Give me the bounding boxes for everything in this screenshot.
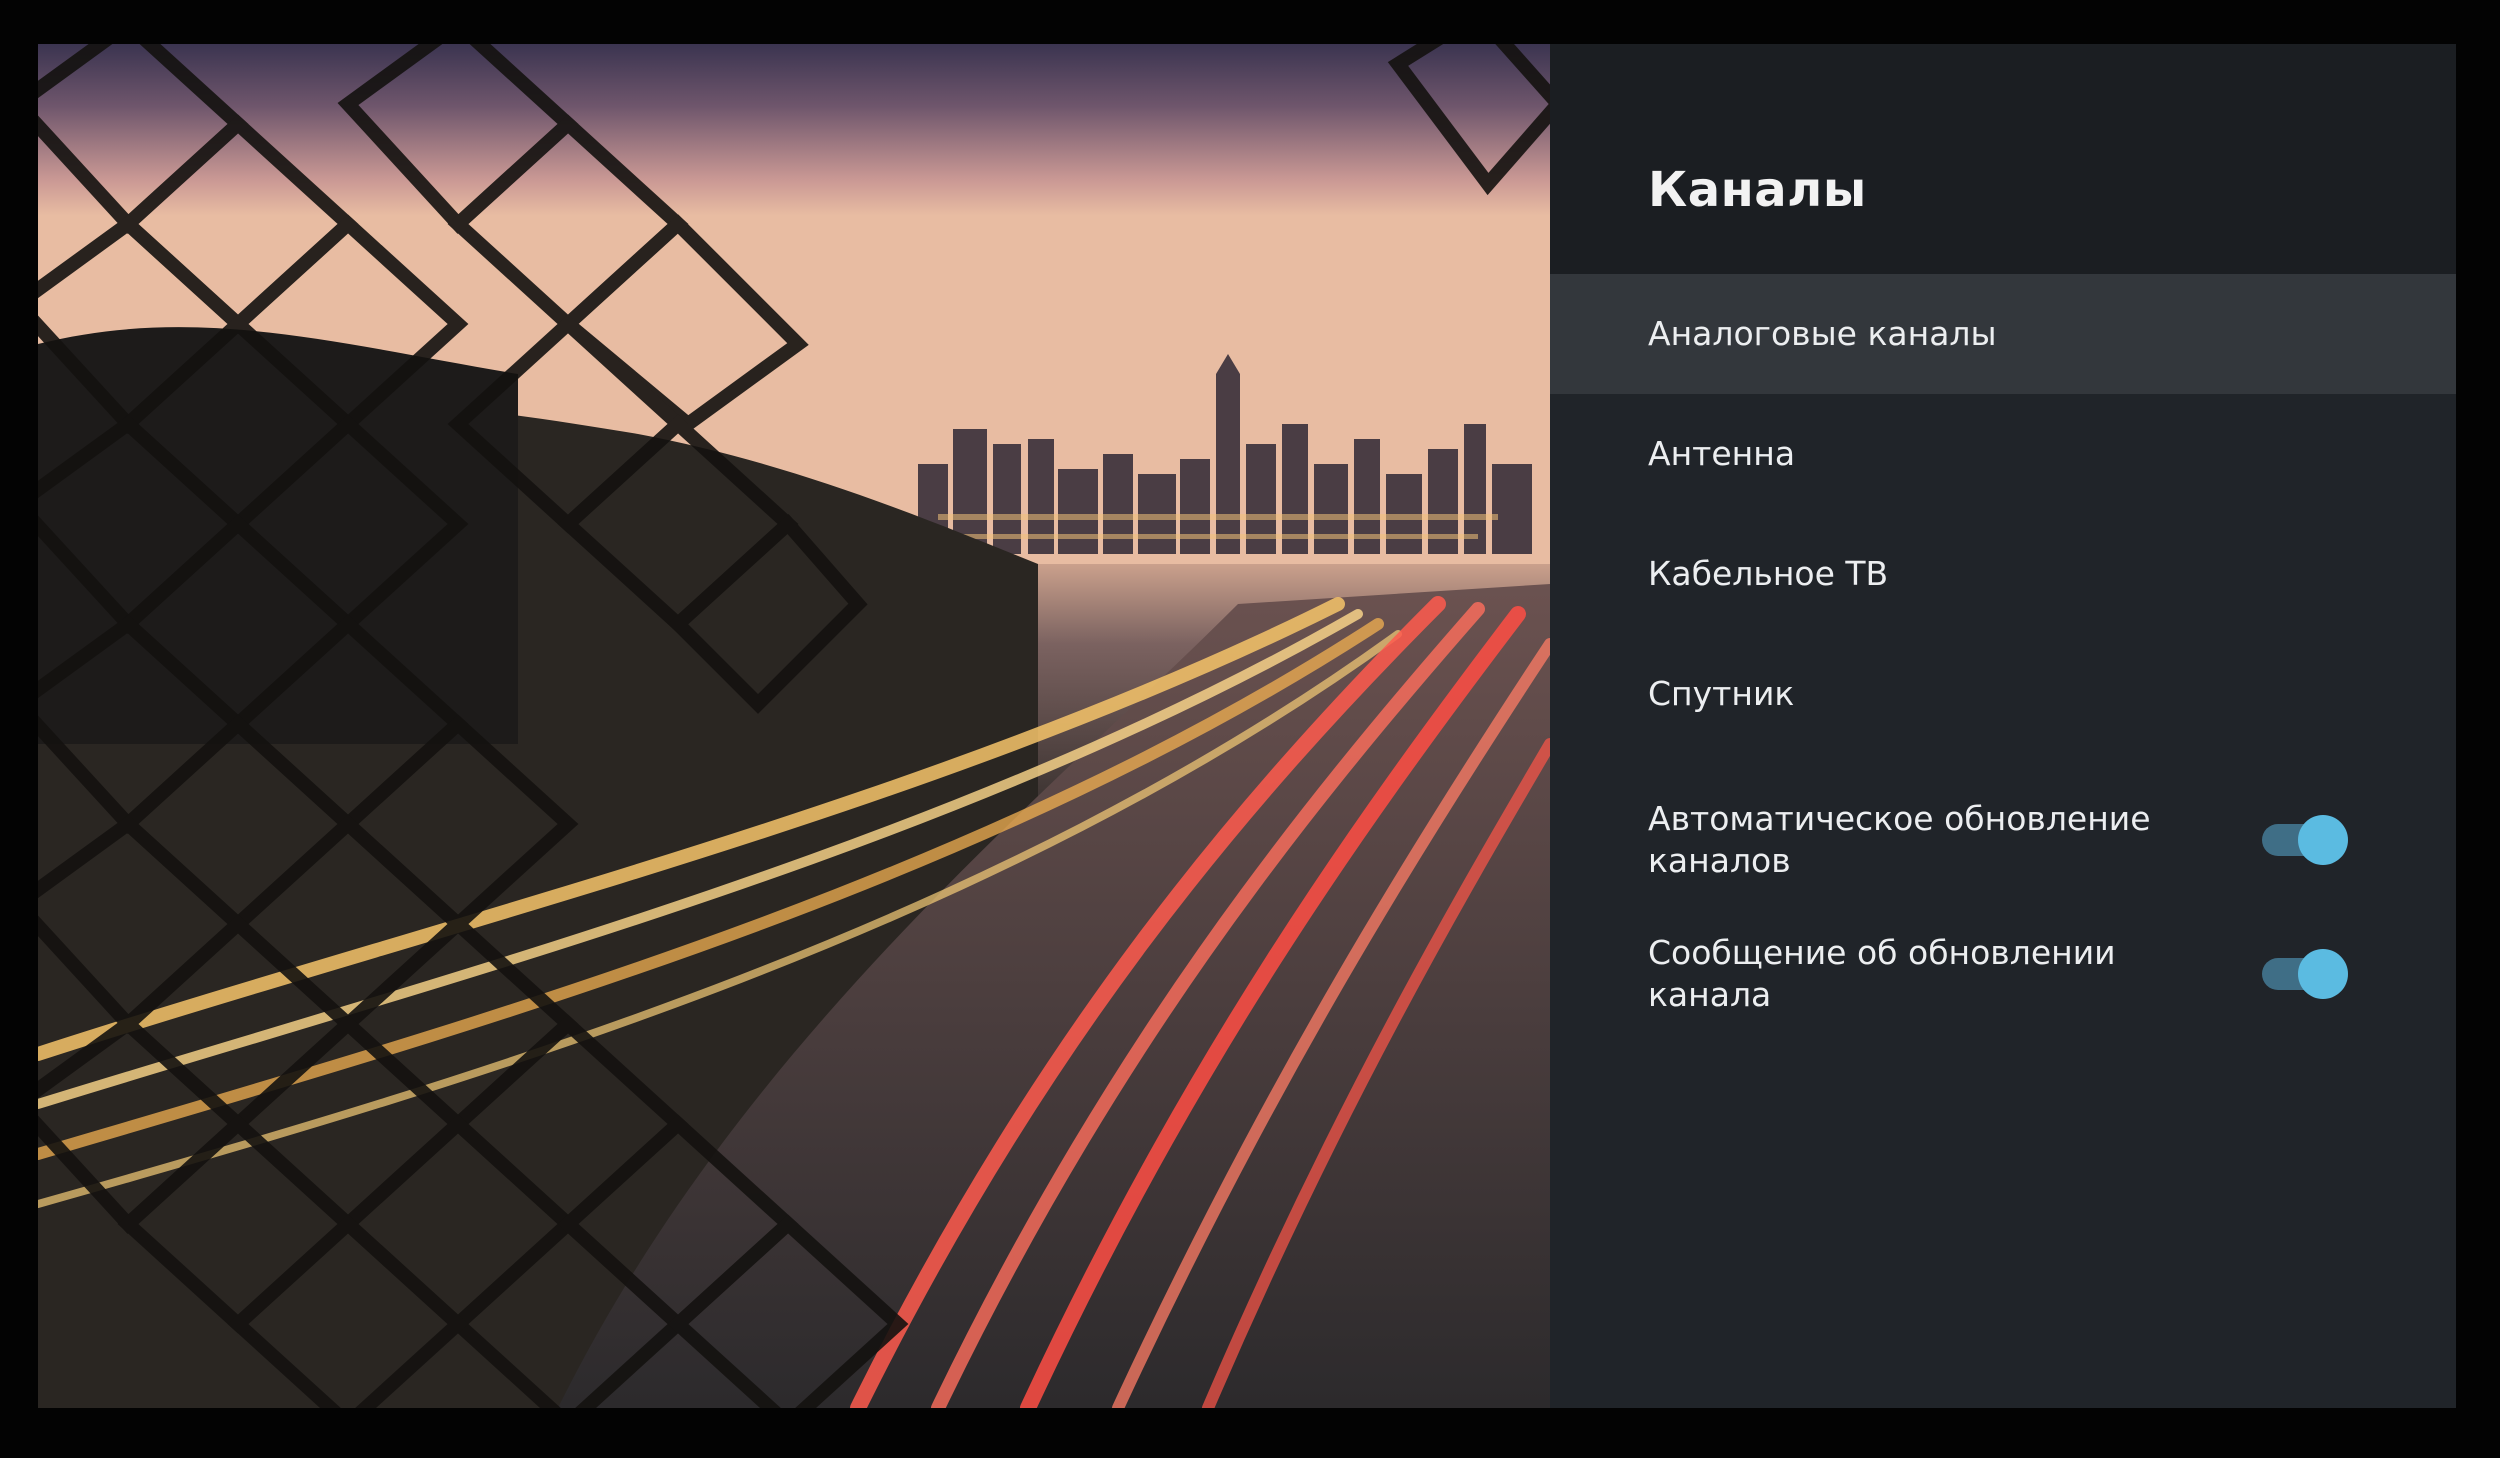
toggle-thumb <box>2298 815 2348 865</box>
menu-item-label: Кабельное ТВ <box>1648 554 1889 593</box>
menu-item-cable-tv[interactable]: Кабельное ТВ <box>1550 514 2456 634</box>
menu-item-satellite[interactable]: Спутник <box>1550 634 2456 754</box>
menu-item-analog-channels[interactable]: Аналоговые каналы <box>1550 274 2456 394</box>
toggle-thumb <box>2298 949 2348 999</box>
menu-item-label: Сообщение об обновлении канала <box>1648 933 2116 1014</box>
menu-item-label: Аналоговые каналы <box>1648 314 1997 353</box>
menu-item-label: Автоматическое обновление каналов <box>1648 799 2151 880</box>
highway-city-photo <box>38 44 1550 1408</box>
settings-panel: Каналы Аналоговые каналы Антенна Кабельн… <box>1550 44 2456 1408</box>
auto-update-toggle[interactable] <box>2262 815 2348 865</box>
tv-screen: Каналы Аналоговые каналы Антенна Кабельн… <box>38 44 2456 1408</box>
page-title: Каналы <box>1648 162 1867 218</box>
menu-item-update-notification[interactable]: Сообщение об обновлении канала <box>1550 914 2456 1034</box>
menu-item-auto-channel-update[interactable]: Автоматическое обновление каналов <box>1550 770 2456 910</box>
menu-item-label: Спутник <box>1648 674 1795 713</box>
menu-item-label: Антенна <box>1648 434 1796 473</box>
background-photo <box>38 44 1550 1408</box>
menu-item-antenna[interactable]: Антенна <box>1550 394 2456 514</box>
update-notification-toggle[interactable] <box>2262 949 2348 999</box>
panel-header: Каналы <box>1550 44 2456 274</box>
